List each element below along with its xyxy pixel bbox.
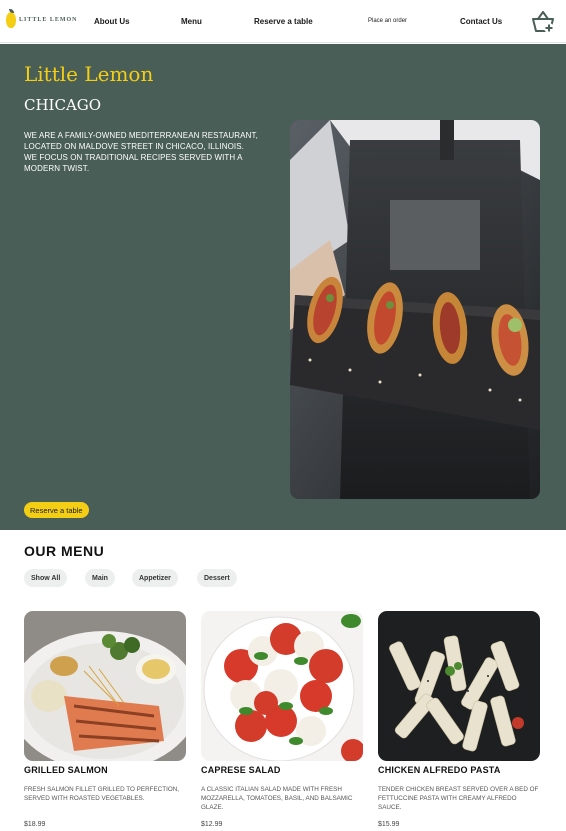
hero-description: We are a family-owned Mediterranean rest… [24,131,258,173]
reserve-table-button[interactable]: Reserve a table [24,502,89,518]
menu-card-grilled-salmon[interactable]: GRILLED SALMON Fresh salmon fillet grill… [24,611,186,828]
menu-item-name: CAPRESE SALAD [201,765,281,775]
hero-subtitle: CHICAGO [24,96,102,114]
menu-item-price: $15.99 [378,821,400,828]
chicken-alfredo-image [378,611,540,761]
menu-item-name: GRILLED SALMON [24,765,108,775]
logo[interactable]: LITTLE LEMON [6,9,78,28]
hero-image [290,120,540,499]
hero-title: Little Lemon [24,62,154,86]
nav-reserve-link[interactable]: Reserve a table [254,17,313,26]
filter-dessert[interactable]: Dessert [197,569,237,587]
menu-item-name: CHICKEN ALFREDO PASTA [378,765,501,775]
grilled-salmon-image [24,611,186,761]
menu-item-price: $12.99 [201,821,223,828]
nav-about-link[interactable]: About Us [94,17,130,26]
nav-order-link[interactable]: Place an order [368,18,407,24]
menu-item-price: $18.99 [24,821,46,828]
basket-plus-icon[interactable] [530,10,556,34]
menu-section-title: OUR MENU [24,543,105,559]
caprese-salad-image [201,611,363,761]
logo-text: LITTLE LEMON [19,17,78,23]
hero-section: Little Lemon CHICAGO We are a family-own… [0,44,566,530]
menu-card-chicken-alfredo[interactable]: CHICKEN ALFREDO PASTA Tender chicken bre… [378,611,540,828]
menu-item-description: Tender chicken breast served over a bed … [378,786,539,811]
filter-main[interactable]: Main [85,569,115,587]
nav-menu-link[interactable]: Menu [181,17,202,26]
lemon-logo-icon [6,9,16,28]
menu-card-caprese-salad[interactable]: CAPRESE SALAD A classic Italian salad ma… [201,611,363,828]
navbar: LITTLE LEMON About Us Menu Reserve a tab… [0,0,566,43]
filter-show-all[interactable]: Show All [24,569,68,587]
filter-appetizer[interactable]: Appetizer [132,569,178,587]
menu-item-description: A classic Italian salad made with fresh … [201,786,353,811]
menu-item-description: Fresh salmon fillet grilled to perfectio… [24,786,180,802]
nav-contact-link[interactable]: Contact Us [460,17,502,26]
